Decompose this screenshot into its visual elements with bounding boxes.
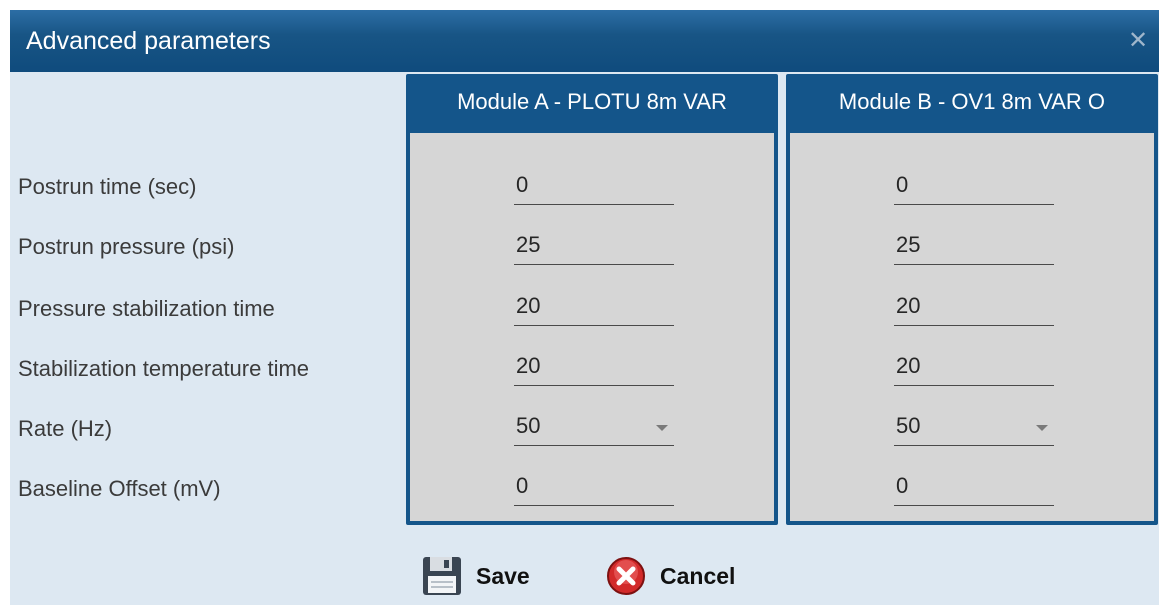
close-icon[interactable]: ✕: [1125, 28, 1151, 54]
module-a-stabilization-temperature-input[interactable]: 20: [514, 349, 674, 386]
postrun-pressure-label: Postrun pressure (psi): [18, 234, 235, 259]
dropdown-arrow-icon[interactable]: [656, 425, 668, 431]
red-x-circle-icon: [607, 557, 645, 595]
module-b-postrun-pressure-input[interactable]: 25: [894, 228, 1054, 265]
module-b-stabilization-temperature-input[interactable]: 20: [894, 349, 1054, 386]
pressure-stabilization-label: Pressure stabilization time: [18, 296, 275, 321]
module-a-rate-dropdown[interactable]: 50: [514, 409, 674, 446]
rate-label: Rate (Hz): [18, 416, 113, 441]
field-value: 20: [516, 293, 541, 318]
dialog-title: Advanced parameters: [26, 27, 271, 55]
field-value: 50: [516, 413, 541, 438]
floppy-disk-icon: [423, 557, 461, 595]
module-b-header: Module B - OV1 8m VAR O: [838, 89, 1106, 114]
field-value: 50: [896, 413, 921, 438]
module-a-header: Module A - PLOTU 8m VAR: [457, 89, 727, 114]
module-a-postrun-time-input[interactable]: 0: [514, 168, 674, 205]
dialog-titlebar: Advanced parameters ✕: [10, 10, 1159, 72]
module-b-panel: Module B - OV1 8m VAR O 0 25 20 20 50 0: [786, 74, 1158, 525]
stabilization-temperature-label: Stabilization temperature time: [18, 356, 310, 381]
dropdown-arrow-icon[interactable]: [1036, 425, 1048, 431]
field-value: 0: [516, 473, 529, 498]
module-b-pressure-stabilization-input[interactable]: 20: [894, 289, 1054, 326]
module-b-postrun-time-input[interactable]: 0: [894, 168, 1054, 205]
save-button[interactable]: Save: [420, 552, 530, 600]
module-a-body: 0 25 20 20 50 0: [410, 133, 774, 521]
module-a-postrun-pressure-input[interactable]: 25: [514, 228, 674, 265]
cancel-button[interactable]: Cancel: [604, 552, 735, 600]
module-a-pressure-stabilization-input[interactable]: 20: [514, 289, 674, 326]
field-value: 25: [516, 232, 541, 257]
field-value: 25: [896, 232, 921, 257]
module-b-baseline-offset-input[interactable]: 0: [894, 469, 1054, 506]
field-value: 20: [896, 353, 921, 378]
advanced-parameters-dialog: Advanced parameters ✕ Postrun time (sec)…: [10, 10, 1159, 605]
module-a-baseline-offset-input[interactable]: 0: [514, 469, 674, 506]
module-b-body: 0 25 20 20 50 0: [790, 133, 1154, 521]
module-b-rate-dropdown[interactable]: 50: [894, 409, 1054, 446]
postrun-time-label: Postrun time (sec): [18, 174, 197, 199]
cancel-button-label: Cancel: [660, 562, 736, 589]
field-value: 20: [896, 293, 921, 318]
field-value: 0: [896, 473, 909, 498]
module-a-panel: Module A - PLOTU 8m VAR 0 25 20 20 50 0: [406, 74, 778, 525]
baseline-offset-label: Baseline Offset (mV): [18, 476, 221, 501]
field-value: 0: [516, 172, 529, 197]
field-value: 20: [516, 353, 541, 378]
field-value: 0: [896, 172, 909, 197]
save-button-label: Save: [476, 562, 530, 589]
